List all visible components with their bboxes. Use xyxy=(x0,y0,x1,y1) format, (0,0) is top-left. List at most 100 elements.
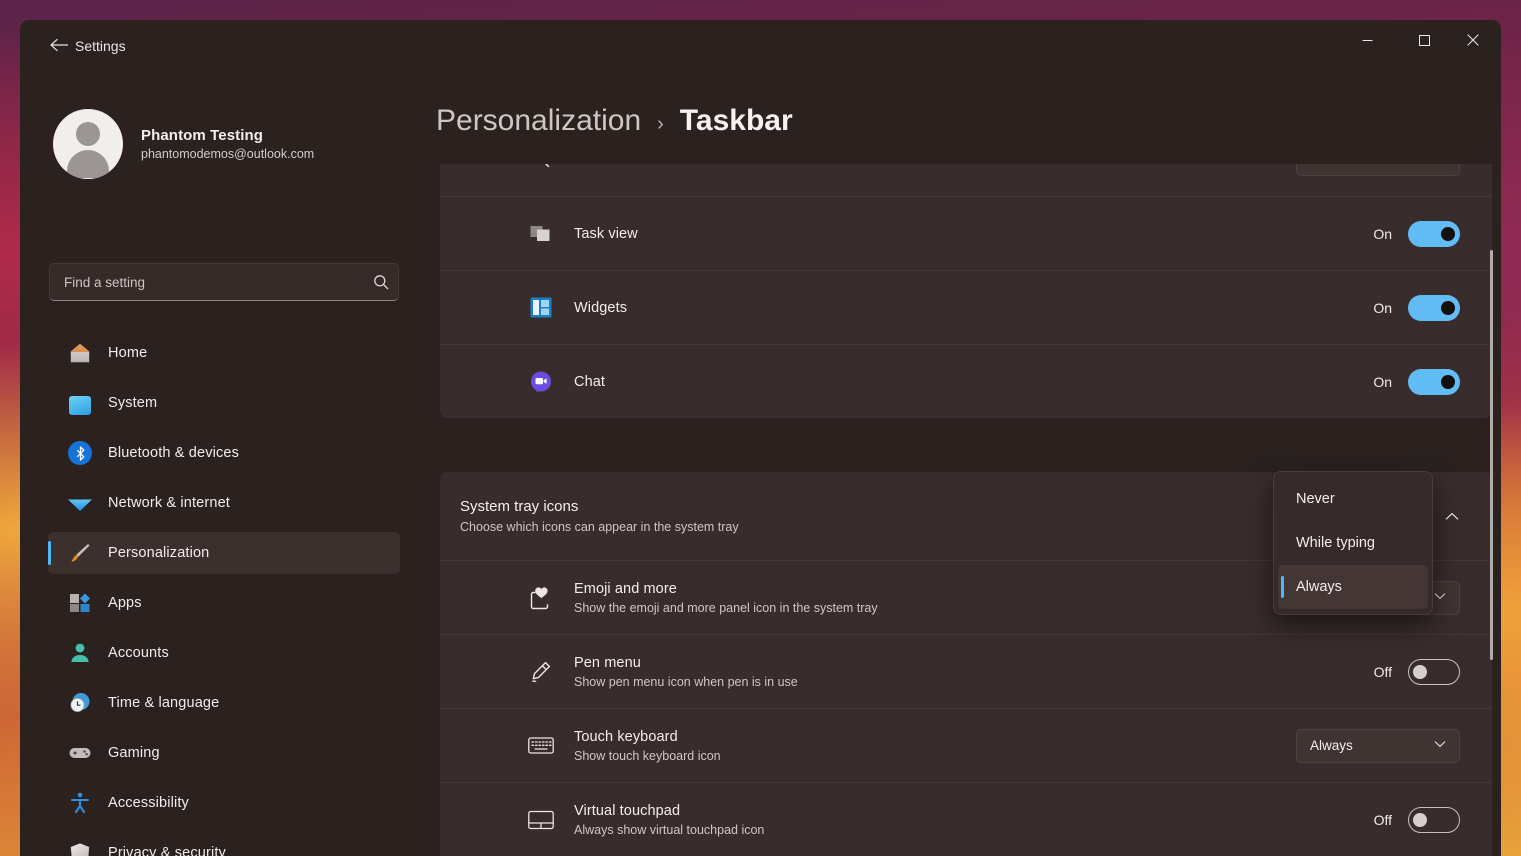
sidebar-item-label: Privacy & security xyxy=(108,845,226,856)
breadcrumb-parent[interactable]: Personalization xyxy=(436,104,641,138)
emoji-mode-dropdown-flyout[interactable]: Never While typing Always xyxy=(1273,471,1433,615)
sidebar-item-gaming[interactable]: Gaming xyxy=(48,732,400,774)
row-title: Virtual touchpad xyxy=(574,803,680,819)
row-touch-keyboard[interactable]: Touch keyboard Show touch keyboard icon … xyxy=(440,708,1492,782)
sidebar-item-label: Personalization xyxy=(108,545,209,561)
bluetooth-icon xyxy=(68,441,92,465)
time-language-icon xyxy=(68,691,92,715)
back-arrow-icon[interactable] xyxy=(40,29,78,61)
title-bar: Settings xyxy=(20,20,1501,68)
breadcrumb: Personalization › Taskbar xyxy=(436,104,793,138)
other-tray-section-header[interactable]: Other system tray icons Show or hide add… xyxy=(440,848,1492,856)
minimize-button[interactable] xyxy=(1344,20,1391,60)
close-button[interactable] xyxy=(1449,20,1496,60)
user-profile[interactable]: Phantom Testing phantomodemos@outlook.co… xyxy=(53,109,314,179)
widgets-icon xyxy=(526,293,556,323)
taskbar-items-card: Search Search box xyxy=(440,164,1492,418)
row-title: Chat xyxy=(574,374,605,390)
vertical-scrollbar[interactable] xyxy=(1490,250,1493,660)
sidebar-item-bluetooth[interactable]: Bluetooth & devices xyxy=(48,432,400,474)
toggle-state-label: Off xyxy=(1374,812,1392,828)
row-search[interactable]: Search Search box xyxy=(440,164,1492,196)
sidebar-item-network[interactable]: Network & internet xyxy=(48,482,400,524)
sidebar-item-label: Bluetooth & devices xyxy=(108,445,239,461)
row-description: Show pen menu icon when pen is in use xyxy=(574,675,1374,689)
virtual-touchpad-toggle[interactable] xyxy=(1408,807,1460,833)
search-input-field[interactable] xyxy=(50,275,364,290)
sidebar-item-label: Apps xyxy=(108,595,142,611)
toggle-state-label: On xyxy=(1373,300,1392,316)
task-view-toggle[interactable] xyxy=(1408,221,1460,247)
chevron-up-icon[interactable] xyxy=(1432,496,1472,536)
row-title: Emoji and more xyxy=(574,581,677,597)
row-title: Task view xyxy=(574,226,638,242)
section-title: System tray icons xyxy=(460,498,578,515)
chat-toggle[interactable] xyxy=(1408,369,1460,395)
profile-name: Phantom Testing xyxy=(141,127,314,144)
row-task-view[interactable]: Task view On xyxy=(440,196,1492,270)
pen-menu-toggle[interactable] xyxy=(1408,659,1460,685)
search-icon xyxy=(364,274,398,290)
sidebar-item-accessibility[interactable]: Accessibility xyxy=(48,782,400,824)
profile-email: phantomodemos@outlook.com xyxy=(141,147,314,161)
settings-scroll-area: Search Search box xyxy=(420,164,1501,856)
main-pane: Personalization › Taskbar Search xyxy=(420,68,1501,856)
system-icon xyxy=(68,391,92,415)
touch-keyboard-combo[interactable]: Always xyxy=(1296,729,1460,763)
virtual-touchpad-icon xyxy=(526,805,556,835)
touch-keyboard-icon xyxy=(526,731,556,761)
row-description: Always show virtual touchpad icon xyxy=(574,823,1374,837)
dropdown-option-while-typing[interactable]: While typing xyxy=(1278,521,1428,565)
search-input[interactable] xyxy=(49,263,399,301)
sidebar-item-system[interactable]: System xyxy=(48,382,400,424)
row-title: Pen menu xyxy=(574,655,641,671)
sidebar-item-label: Network & internet xyxy=(108,495,230,511)
row-title: Touch keyboard xyxy=(574,729,678,745)
sidebar: Phantom Testing phantomodemos@outlook.co… xyxy=(20,68,420,856)
sidebar-nav: Home System Bluetooth & devices xyxy=(48,332,400,856)
search-taskbar-icon xyxy=(526,164,556,174)
dropdown-option-never[interactable]: Never xyxy=(1278,477,1428,521)
breadcrumb-separator: › xyxy=(657,113,664,136)
dropdown-option-label: While typing xyxy=(1296,535,1375,551)
sidebar-item-privacy-security[interactable]: Privacy & security xyxy=(48,832,400,856)
search-mode-combo[interactable]: Search box xyxy=(1296,164,1460,176)
sidebar-item-label: Gaming xyxy=(108,745,160,761)
accounts-icon xyxy=(68,641,92,665)
combo-value: Search box xyxy=(1310,164,1378,167)
row-pen-menu[interactable]: Pen menu Show pen menu icon when pen is … xyxy=(440,634,1492,708)
apps-icon xyxy=(68,591,92,615)
personalization-icon xyxy=(68,541,92,565)
widgets-toggle[interactable] xyxy=(1408,295,1460,321)
chevron-down-icon xyxy=(1434,164,1446,165)
row-chat[interactable]: Chat On xyxy=(440,344,1492,418)
home-icon xyxy=(68,341,92,365)
sidebar-item-accounts[interactable]: Accounts xyxy=(48,632,400,674)
sidebar-item-time-language[interactable]: Time & language xyxy=(48,682,400,724)
page-title: Taskbar xyxy=(680,104,793,138)
maximize-button[interactable] xyxy=(1401,20,1448,60)
sidebar-item-label: Accounts xyxy=(108,645,169,661)
task-view-icon xyxy=(526,219,556,249)
network-icon xyxy=(68,491,92,515)
dropdown-option-label: Never xyxy=(1296,491,1335,507)
privacy-security-icon xyxy=(68,841,92,856)
dropdown-option-label: Always xyxy=(1296,579,1342,595)
sidebar-item-apps[interactable]: Apps xyxy=(48,582,400,624)
chevron-down-icon xyxy=(1434,592,1446,603)
row-widgets[interactable]: Widgets On xyxy=(440,270,1492,344)
other-tray-card: Other system tray icons Show or hide add… xyxy=(440,848,1492,856)
dropdown-option-always[interactable]: Always xyxy=(1278,565,1428,609)
sidebar-item-personalization[interactable]: Personalization xyxy=(48,532,400,574)
row-description: Show the emoji and more panel icon in th… xyxy=(574,601,1296,615)
avatar xyxy=(53,109,123,179)
row-virtual-touchpad[interactable]: Virtual touchpad Always show virtual tou… xyxy=(440,782,1492,856)
desktop-background: Settings Phantom Testing phantomodemos@o… xyxy=(0,0,1521,856)
settings-window: Settings Phantom Testing phantomodemos@o… xyxy=(20,20,1501,856)
app-title: Settings xyxy=(75,38,126,54)
toggle-state-label: Off xyxy=(1374,664,1392,680)
sidebar-item-label: System xyxy=(108,395,157,411)
row-description: Show touch keyboard icon xyxy=(574,749,1296,763)
sidebar-item-home[interactable]: Home xyxy=(48,332,400,374)
accessibility-icon xyxy=(68,791,92,815)
